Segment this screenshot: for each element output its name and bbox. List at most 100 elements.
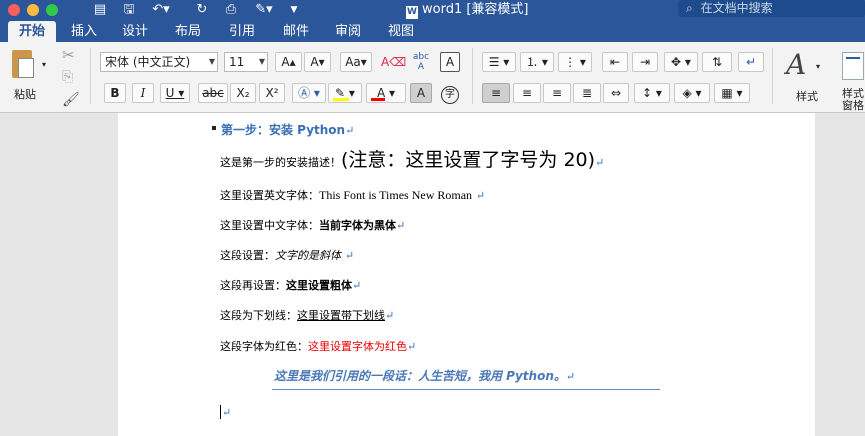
shading-button[interactable]: ◈ ▾ [674, 83, 710, 103]
doc-line-3[interactable]: 这里设置中文字体：当前字体为黑体↵ [220, 217, 405, 233]
minimize-window-button[interactable] [27, 4, 39, 16]
align-right-button[interactable]: ≡ [543, 83, 571, 103]
close-window-button[interactable] [8, 4, 20, 16]
shrink-font-button[interactable]: A▾ [304, 52, 331, 72]
line2-prefix: 这里设置英文字体： [220, 189, 319, 202]
tab-view[interactable]: 视图 [381, 21, 421, 42]
bold-button[interactable]: B [104, 83, 126, 103]
character-shading-text: A [416, 86, 426, 100]
copy-icon[interactable]: ⎘ [62, 69, 73, 85]
tab-references[interactable]: 引用 [222, 21, 262, 42]
line1-big-text: (注意：这里设置了字号为 20) [341, 149, 596, 171]
separator [472, 48, 473, 104]
edit-icon[interactable]: ✎▾ [253, 2, 275, 18]
quote-underline [272, 389, 660, 390]
bullets-button[interactable]: ☰ ▾ [482, 52, 516, 72]
quote-line[interactable]: 这里是我们引用的一段话：人生苦短，我用 Python。↵ [274, 367, 575, 384]
sidebar-icon[interactable]: ▤ [92, 2, 108, 18]
strikethrough-button[interactable]: abc [198, 83, 228, 103]
heading-line[interactable]: 第一步：安装 Python↵ [221, 121, 354, 138]
doc-line-1[interactable]: 这是第一步的安装描述！(注意：这里设置了字号为 20)↵ [220, 145, 604, 172]
character-shading-button[interactable]: A [410, 83, 432, 103]
borders-button[interactable]: ▦ ▾ [714, 83, 750, 103]
superscript-button[interactable]: X² [259, 83, 285, 103]
line1-prefix: 这是第一步的安装描述！ [220, 156, 341, 169]
doc-line-7[interactable]: 这段字体为红色：这里设置字体为红色↵ [220, 338, 416, 354]
font-size-value: 11 [229, 55, 245, 69]
separator [90, 48, 91, 104]
decrease-indent-button[interactable]: ⇤ [602, 52, 628, 72]
italic-button[interactable]: I [132, 83, 154, 103]
styles-icon[interactable]: A [786, 48, 806, 81]
paragraph-mark: ↵ [385, 309, 395, 322]
show-formatting-marks-button[interactable]: ↵ [738, 52, 764, 72]
font-color-swatch [371, 98, 385, 101]
styles-pane-icon[interactable] [842, 52, 864, 80]
paste-page-icon [18, 58, 34, 78]
sort-button[interactable]: ⇅ [702, 52, 732, 72]
justify-button[interactable]: ≣ [573, 83, 601, 103]
align-center-button[interactable]: ≡ [513, 83, 541, 103]
phonetic-text: abc [412, 52, 430, 62]
styles-dropdown-icon[interactable]: ▾ [816, 62, 820, 71]
tab-design[interactable]: 设计 [115, 21, 155, 42]
tab-insert[interactable]: 插入 [64, 21, 104, 42]
tab-mailings[interactable]: 邮件 [276, 21, 316, 42]
styles-pane-label[interactable]: 样式窗格 [842, 88, 865, 112]
line-spacing-button[interactable]: ↕ ▾ [634, 83, 670, 103]
clear-formatting-icon[interactable]: A⌫ [380, 52, 406, 72]
change-case-button[interactable]: Aa▾ [340, 52, 372, 72]
paragraph-mark: ↵ [475, 189, 486, 202]
window-title: Wword1 [兼容模式] [406, 2, 529, 19]
paragraph-mark: ↵ [222, 406, 232, 419]
underline-button[interactable]: U ▾ [160, 83, 190, 103]
paragraph-mark: ↵ [595, 156, 605, 169]
paste-dropdown-icon[interactable]: ▾ [42, 60, 46, 69]
enclose-characters-button[interactable]: 字 [438, 83, 462, 104]
doc-line-6[interactable]: 这段为下划线：这里设置带下划线↵ [220, 307, 394, 323]
paste-label: 粘贴 [14, 88, 36, 101]
highlight-color-swatch [333, 98, 349, 101]
line6-value: 这里设置带下划线 [297, 309, 385, 322]
paragraph-mark: ↵ [344, 249, 355, 262]
save-icon[interactable]: 🖫 [121, 2, 137, 18]
character-border-button[interactable]: A [440, 52, 460, 72]
multilevel-list-button[interactable]: ⋮ ▾ [558, 52, 592, 72]
paragraph-mark: ↵ [396, 219, 406, 232]
font-name-select[interactable]: 宋体 (中文正文) ▼ [100, 52, 218, 72]
distributed-button[interactable]: ⇔ [603, 83, 629, 103]
tab-layout[interactable]: 布局 [168, 21, 208, 42]
tab-review[interactable]: 审阅 [328, 21, 368, 42]
font-color-button[interactable]: A ▾ [366, 83, 406, 103]
word-doc-icon: W [406, 6, 418, 19]
font-size-select[interactable]: 11 ▼ [224, 52, 268, 72]
text-cursor [220, 405, 221, 419]
customize-toolbar-icon[interactable]: ▼ [288, 2, 300, 18]
undo-icon[interactable]: ↶▾ [150, 2, 172, 18]
highlight-color-button[interactable]: ✎ ▾ [328, 83, 362, 103]
doc-line-4[interactable]: 这段设置：文字的是斜体 ↵ [220, 247, 354, 263]
asian-layout-button[interactable]: ✥ ▾ [664, 52, 698, 72]
zoom-window-button[interactable] [46, 4, 58, 16]
cut-icon[interactable]: ✂ [62, 46, 75, 64]
line4-value: 文字的是斜体 [275, 249, 341, 262]
subscript-button[interactable]: X₂ [230, 83, 256, 103]
search-field[interactable]: ⌕ 在文档中搜索 [678, 0, 865, 17]
redo-icon[interactable]: ↻ [194, 2, 210, 18]
print-icon[interactable]: ⎙ [223, 2, 239, 18]
empty-paragraph[interactable]: ↵ [222, 405, 231, 419]
doc-line-2[interactable]: 这里设置英文字体：This Font is Times New Roman ↵ [220, 187, 485, 203]
increase-indent-button[interactable]: ⇥ [632, 52, 658, 72]
tab-home[interactable]: 开始 [8, 21, 56, 42]
paste-button[interactable] [8, 50, 38, 82]
quote-text: 这里是我们引用的一段话：人生苦短，我用 Python。 [274, 369, 566, 383]
numbering-button[interactable]: ⒈ ▾ [520, 52, 554, 72]
phonetic-guide-button[interactable]: abc A [408, 51, 434, 72]
grow-font-button[interactable]: A▴ [275, 52, 302, 72]
subscript-text: X₂ [236, 86, 250, 100]
doc-line-5[interactable]: 这段再设置：这里设置粗体↵ [220, 277, 361, 293]
font-name-value: 宋体 (中文正文) [105, 55, 191, 69]
text-effects-button[interactable]: Ⓐ ▾ [292, 83, 326, 103]
align-left-button[interactable]: ≡ [482, 83, 510, 103]
format-painter-icon[interactable]: 🖌 [62, 92, 80, 108]
